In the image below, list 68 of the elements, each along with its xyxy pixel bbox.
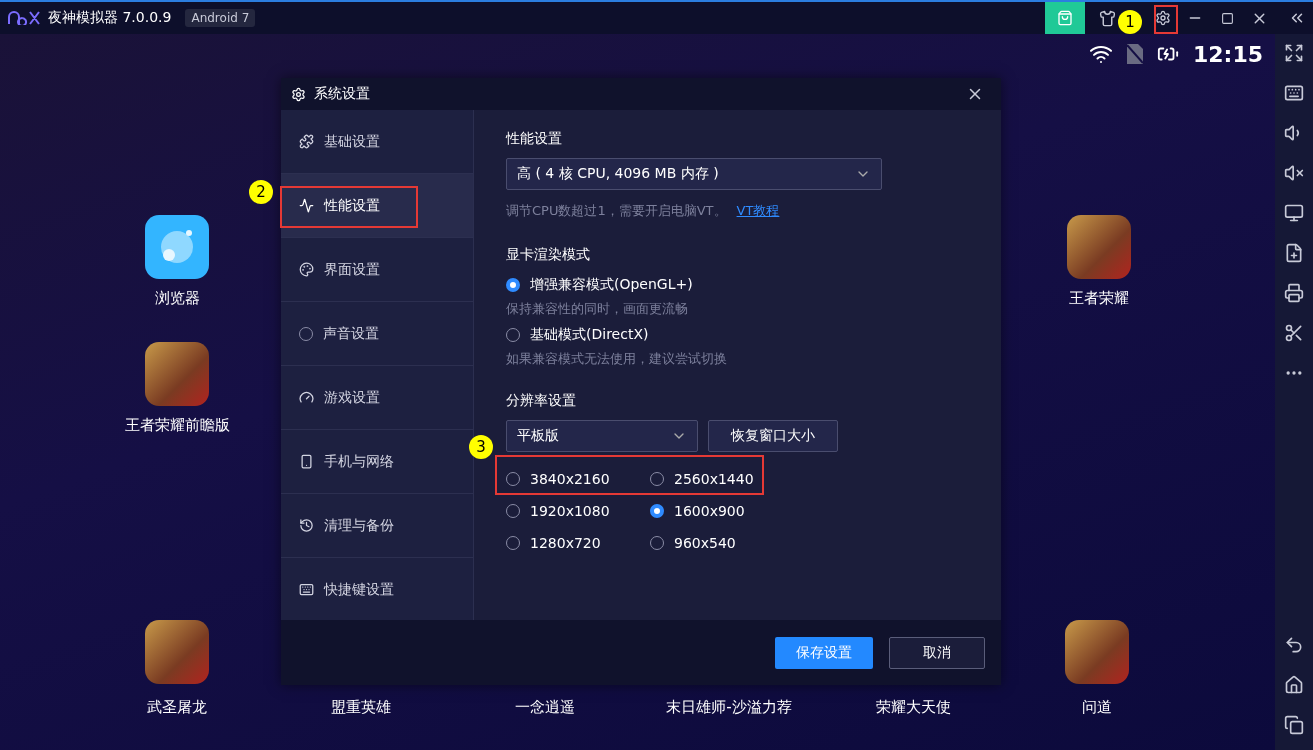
option-label: 1280x720 bbox=[530, 535, 601, 551]
section-heading: 性能设置 bbox=[506, 130, 563, 148]
puzzle-icon bbox=[299, 134, 314, 149]
app-label: 问道 bbox=[1082, 698, 1112, 717]
option-label: 1600x900 bbox=[674, 503, 745, 519]
section-heading: 显卡渲染模式 bbox=[506, 246, 591, 264]
monitor-icon[interactable] bbox=[1284, 203, 1304, 223]
clock-time: 12:15 bbox=[1192, 41, 1263, 67]
app-label: 盟重英雄 bbox=[331, 698, 391, 717]
shirt-icon[interactable] bbox=[1098, 9, 1116, 27]
app-icon[interactable] bbox=[145, 620, 209, 684]
option-label: 2560x1440 bbox=[674, 471, 754, 487]
nav-item[interactable]: 性能设置 bbox=[281, 174, 473, 238]
nav-item[interactable]: 游戏设置 bbox=[281, 366, 473, 430]
volume-down-icon[interactable] bbox=[1284, 163, 1304, 183]
radio-button[interactable] bbox=[506, 278, 520, 292]
app-label: 武圣屠龙 bbox=[147, 698, 207, 717]
app-icon[interactable] bbox=[145, 342, 209, 406]
cancel-button[interactable]: 取消 bbox=[889, 636, 985, 669]
app-label: 末日雄师-沙溢力荐 bbox=[666, 698, 792, 717]
home-icon[interactable] bbox=[1284, 675, 1304, 695]
phone-icon bbox=[299, 454, 314, 469]
radio-button[interactable] bbox=[650, 504, 664, 518]
app-icon[interactable] bbox=[1067, 215, 1131, 279]
keyboard-icon[interactable] bbox=[1284, 83, 1304, 103]
app-label: 荣耀大天使 bbox=[875, 698, 951, 717]
section-heading: 分辨率设置 bbox=[506, 392, 577, 410]
option-label: 基础模式(DirectX) bbox=[530, 326, 649, 344]
highlight-frame bbox=[1154, 5, 1178, 34]
add-apk-icon[interactable] bbox=[1284, 243, 1304, 263]
dialog-title: 系统设置 bbox=[314, 85, 370, 103]
back-icon[interactable] bbox=[1284, 635, 1304, 655]
nav-item[interactable]: 声音设置 bbox=[281, 302, 473, 366]
option-label: 960x540 bbox=[674, 535, 736, 551]
recent-apps-icon[interactable] bbox=[1284, 715, 1304, 735]
version-badge: Android 7 bbox=[185, 9, 256, 27]
option-hint: 保持兼容性的同时，画面更流畅 bbox=[506, 300, 689, 318]
preset-select[interactable]: 平板版 bbox=[506, 420, 698, 452]
fullscreen-icon[interactable] bbox=[1284, 43, 1304, 63]
app-label: 浏览器 bbox=[154, 289, 200, 308]
browser-app-icon[interactable] bbox=[145, 215, 209, 279]
tutorial-link[interactable]: VT教程 bbox=[736, 202, 780, 220]
no-sim-icon bbox=[1126, 44, 1143, 64]
keyboard-icon bbox=[299, 582, 314, 597]
settings-icon[interactable] bbox=[1155, 10, 1171, 26]
hint-text: 调节CPU数超过1，需要开启电脑VT。 bbox=[506, 202, 727, 220]
option-label: 3840x2160 bbox=[530, 471, 610, 487]
app-title: 夜神模拟器 7.0.0.9 bbox=[48, 9, 172, 27]
settings-icon bbox=[291, 86, 306, 102]
option-label: 1920x1080 bbox=[530, 503, 610, 519]
scissors-icon[interactable] bbox=[1284, 323, 1304, 343]
nav-item[interactable]: 界面设置 bbox=[281, 238, 473, 302]
performance-select[interactable]: 高 ( 4 核 CPU, 4096 MB 内存 ) bbox=[506, 158, 882, 190]
app-label: 王者荣耀 bbox=[1069, 289, 1129, 308]
palette-icon bbox=[299, 262, 314, 277]
option-label: 增强兼容模式(OpenGL+) bbox=[530, 276, 693, 294]
option-hint: 如果兼容模式无法使用，建议尝试切换 bbox=[506, 350, 728, 368]
logo-icon bbox=[8, 11, 40, 25]
app-label: 王者荣耀前瞻版 bbox=[124, 416, 230, 435]
gauge-icon bbox=[299, 390, 314, 405]
pulse-icon bbox=[299, 198, 314, 213]
app-icon[interactable] bbox=[1065, 620, 1129, 684]
nav-item[interactable]: 清理与备份 bbox=[281, 494, 473, 558]
maximize-icon[interactable] bbox=[1220, 11, 1234, 25]
reset-window-button[interactable]: 恢复窗口大小 bbox=[708, 420, 838, 452]
app-label: 一念逍遥 bbox=[515, 698, 575, 717]
history-icon bbox=[299, 518, 314, 533]
bag-icon bbox=[1057, 10, 1073, 26]
